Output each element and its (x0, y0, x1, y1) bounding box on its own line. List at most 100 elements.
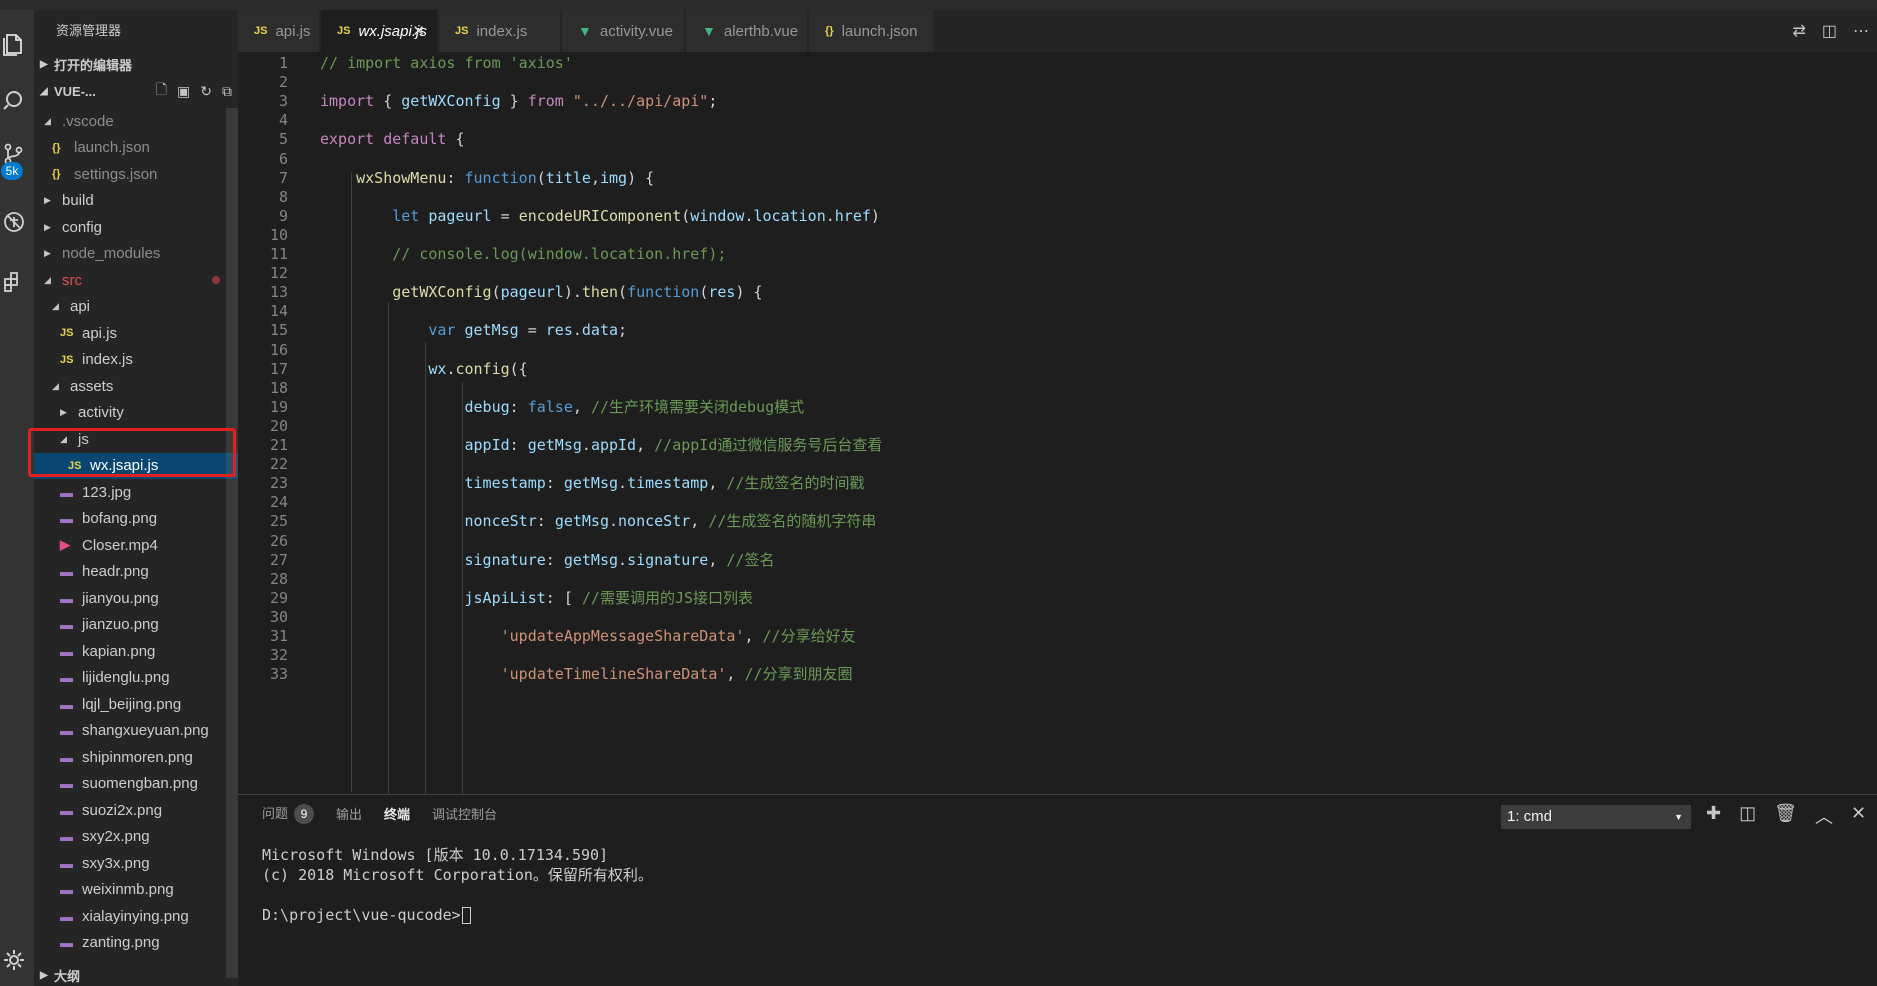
tree-item-label: shipinmoren.png (82, 748, 193, 766)
terminal-line: D:\project\vue-qucode> (262, 905, 653, 925)
new-terminal-icon[interactable]: ✚ (1706, 803, 1721, 829)
tree-item[interactable]: ▬ headr.png (34, 559, 238, 586)
chevron-right-icon: ▶ (44, 221, 51, 232)
tree-item[interactable]: ▶ build (34, 188, 238, 215)
new-folder-icon[interactable]: ▣ (177, 83, 190, 100)
tree-item[interactable]: ▬ weixinmb.png (34, 877, 238, 904)
json-file-icon: {} (52, 168, 61, 181)
tree-item-label: kapian.png (82, 642, 156, 660)
image-file-icon: ▬ (60, 908, 73, 924)
chevron-down-icon: ◢ (44, 115, 51, 126)
extensions-icon[interactable] (0, 262, 34, 302)
vue-file-icon: ▼ (702, 23, 716, 39)
panel-tab[interactable]: 终端 (384, 804, 410, 823)
split-editor-icon[interactable]: ◫ (1822, 21, 1837, 41)
image-file-icon: ▬ (60, 935, 73, 951)
tree-item[interactable]: ▬ lqjl_beijing.png (34, 691, 238, 718)
tree-item[interactable]: ▶ Closer.mp4 (34, 532, 238, 559)
tree-item[interactable]: {} settings.json (34, 161, 238, 188)
tree-item-label: settings.json (74, 165, 158, 183)
editor-tab[interactable]: ▼ alerthb.vue (686, 10, 808, 52)
tree-item[interactable]: ▬ shangxueyuan.png (34, 718, 238, 745)
tree-item[interactable]: ▬ suozi2x.png (34, 797, 238, 824)
panel-tab[interactable]: 问题 9 (262, 803, 315, 824)
code-editor[interactable]: 1// import axios from 'axios' 2 3 import { … (238, 52, 1877, 794)
folder-label: VUE-... (54, 83, 96, 99)
split-terminal-icon[interactable]: ◫ (1739, 803, 1756, 829)
close-panel-icon[interactable]: ✕ (1851, 803, 1866, 829)
tree-item[interactable]: ▬ shipinmoren.png (34, 744, 238, 771)
tree-item[interactable]: ▬ bofang.png (34, 506, 238, 533)
js-file-icon: JS (254, 25, 268, 37)
terminal-line: (c) 2018 Microsoft Corporation。保留所有权利。 (262, 866, 653, 884)
compare-changes-icon[interactable]: ⇄ (1792, 21, 1805, 41)
chevron-down-icon: ◢ (44, 274, 51, 285)
tree-item[interactable]: ▬ lijidenglu.png (34, 665, 238, 692)
terminal-select[interactable]: 1: cmd ▼ (1501, 805, 1691, 829)
explorer-title: 资源管理器 (56, 23, 122, 38)
tree-item[interactable]: ▬ jianzuo.png (34, 612, 238, 639)
js-file-icon: JS (455, 25, 469, 37)
more-actions-icon[interactable]: ⋯ (1853, 21, 1869, 41)
vue-file-icon: ▼ (578, 23, 592, 39)
image-file-icon: ▬ (60, 696, 73, 712)
tree-item[interactable]: ▶ node_modules (34, 241, 238, 268)
tree-item[interactable]: ◢ src (34, 267, 238, 294)
tree-item[interactable]: ▶ config (34, 214, 238, 241)
explorer-files-icon[interactable] (0, 24, 34, 64)
tree-item[interactable]: JS index.js (34, 347, 238, 374)
tree-item[interactable]: ▬ kapian.png (34, 638, 238, 665)
editor-tab[interactable]: ▼ activity.vue (562, 10, 685, 52)
folder-header[interactable]: ◢ VUE-... 🗋 ▣ ↻ ⧉ (34, 80, 238, 102)
video-file-icon: ▶ (60, 537, 70, 553)
maximize-panel-icon[interactable]: ︿ (1815, 803, 1833, 829)
indent-guide (388, 302, 389, 794)
file-tree: ◢ .vscode{} launch.json {} settings.json ▶ bui… (34, 108, 238, 956)
chevron-right-icon: ▶ (60, 407, 67, 418)
tree-item-label: src (62, 271, 82, 289)
chevron-down-icon: ◢ (52, 380, 59, 391)
tree-item[interactable]: ▬ zanting.png (34, 930, 238, 957)
terminal-output[interactable]: Microsoft Windows [版本 10.0.17134.590] (c)… (262, 845, 653, 925)
debug-icon[interactable] (0, 202, 34, 242)
tree-item[interactable]: ◢ api (34, 294, 238, 321)
tab-label: launch.json (841, 22, 918, 40)
panel-tab[interactable]: 输出 (336, 804, 362, 823)
outline-header[interactable]: ▶ 大纲 (34, 964, 238, 986)
js-file-icon: JS (60, 353, 74, 366)
close-icon[interactable]: ✕ (412, 22, 425, 40)
editor-tab[interactable]: JS index.js (439, 10, 561, 52)
highlight-annotation-box (28, 428, 236, 477)
new-file-icon[interactable]: 🗋 (156, 79, 167, 103)
tree-item[interactable]: {} launch.json (34, 135, 238, 162)
panel-tabs: 问题 9 输出 终端 调试控制台 (238, 795, 497, 831)
tree-item-label: suomengban.png (82, 775, 198, 793)
panel-tab-label: 输出 (336, 806, 363, 822)
tree-item-label: 123.jpg (82, 483, 132, 501)
tree-item[interactable]: ▬ xialayinying.png (34, 903, 238, 930)
tree-item[interactable]: ▬ suomengban.png (34, 771, 238, 798)
search-icon[interactable] (0, 80, 34, 120)
editor-tab[interactable]: JS wx.jsapi.js ✕ (321, 10, 438, 52)
settings-gear-icon[interactable] (0, 940, 34, 980)
tree-item[interactable]: ◢ assets (34, 373, 238, 400)
tree-item-label: headr.png (82, 563, 149, 581)
json-file-icon: {} (825, 25, 834, 37)
collapse-all-icon[interactable]: ⧉ (222, 83, 232, 100)
kill-terminal-icon[interactable]: 🗑 (1774, 803, 1797, 829)
image-file-icon: ▬ (60, 749, 73, 765)
tree-item[interactable]: ▬ jianyou.png (34, 585, 238, 612)
tree-item[interactable]: ▶ activity (34, 400, 238, 427)
tree-item[interactable]: ▬ sxy3x.png (34, 850, 238, 877)
panel-tab[interactable]: 调试控制台 (432, 804, 497, 823)
tree-item[interactable]: ▬ sxy2x.png (34, 824, 238, 851)
open-editors-header[interactable]: ▶ 打开的编辑器 (34, 53, 238, 75)
tree-scrollbar[interactable] (226, 108, 238, 978)
refresh-icon[interactable]: ↻ (200, 83, 212, 100)
tree-item[interactable]: ▬ 123.jpg (34, 479, 238, 506)
image-file-icon: ▬ (60, 776, 73, 792)
tree-item[interactable]: ◢ .vscode (34, 108, 238, 135)
editor-tab[interactable]: {} launch.json (809, 10, 934, 52)
editor-tab[interactable]: JS api.js (238, 10, 320, 52)
tree-item[interactable]: JS api.js (34, 320, 238, 347)
